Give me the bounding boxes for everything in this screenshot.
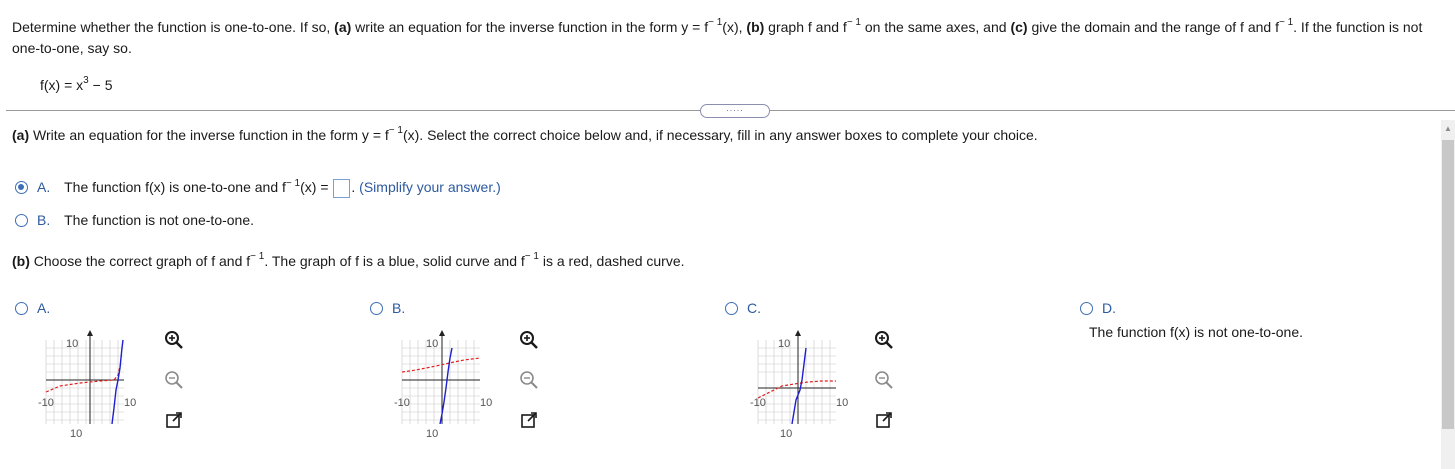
zoom-out-icon[interactable]: [164, 370, 184, 390]
choice-a[interactable]: A. The function f(x) is one-to-one and f…: [37, 177, 501, 198]
choice-b-letter: B.: [37, 212, 51, 228]
choice-a-text: The function f(x) is one-to-one and f: [64, 179, 286, 196]
graph-option-a-radio[interactable]: [15, 302, 28, 315]
zoom-in-icon[interactable]: [519, 330, 539, 350]
function-exponent: 3: [83, 75, 89, 87]
question-b-text-2: on the same axes, and: [861, 19, 1011, 35]
choice-a-radio[interactable]: [15, 181, 28, 194]
part-b-text-2: . The graph of f is a blue, solid curve …: [264, 253, 525, 269]
tick-label-top: 10: [426, 338, 439, 350]
choice-b-text: The function is not one-to-one.: [64, 212, 255, 228]
inverse-sup: − 1: [846, 17, 861, 29]
graph-option-d-text: The function f(x) is not one-to-one.: [1089, 324, 1303, 340]
inverse-sup: − 1: [388, 125, 403, 137]
graph-option-b-letter[interactable]: B.: [392, 300, 405, 316]
part-a-text: Write an equation for the inverse functi…: [29, 127, 389, 143]
zoom-out-icon[interactable]: [519, 370, 539, 390]
zoom-out-icon[interactable]: [874, 370, 894, 390]
graph-option-b-radio[interactable]: [370, 302, 383, 315]
simplify-hint: (Simplify your answer.): [359, 179, 501, 196]
tick-label-right: 10: [480, 397, 493, 409]
choice-b-radio[interactable]: [15, 214, 28, 227]
function-prefix: f(x) = x: [40, 77, 84, 93]
function-expression: f(x) = x3 − 5: [40, 75, 113, 93]
graph-option-d-letter[interactable]: D.: [1102, 300, 1116, 316]
inverse-sup: − 1: [1278, 17, 1294, 29]
question-a-text: write an equation for the inverse functi…: [351, 19, 709, 35]
part-b-prompt: (b) Choose the correct graph of f and f−…: [12, 251, 685, 269]
question-c-label: (c): [1010, 19, 1028, 35]
choice-b[interactable]: B. The function is not one-to-one.: [37, 212, 254, 228]
graph-option-a-letter[interactable]: A.: [37, 300, 50, 316]
graph-option-c-radio[interactable]: [725, 302, 738, 315]
choice-a-text-2: (x) =: [300, 179, 333, 196]
tick-label-right: 10: [836, 397, 849, 409]
part-b-text-3: is a red, dashed curve.: [538, 253, 685, 269]
question-intro: Determine whether the function is one-to…: [12, 19, 335, 35]
question-a-label: (a): [334, 19, 352, 35]
question-text: Determine whether the function is one-to…: [12, 17, 1442, 59]
graph-option-c-letter[interactable]: C.: [747, 300, 761, 316]
inverse-sup: − 1: [250, 251, 265, 263]
inverse-sup: − 1: [285, 177, 301, 189]
part-a-label: (a): [12, 127, 30, 143]
tick-label-top: 10: [66, 338, 79, 350]
part-b-label: (b): [12, 253, 30, 269]
tick-label-bottom: 10: [70, 428, 83, 440]
scrollbar-thumb[interactable]: [1442, 140, 1454, 429]
answer-input-box[interactable]: [333, 179, 351, 198]
zoom-in-icon[interactable]: [164, 330, 184, 350]
tick-label-bottom: 10: [780, 428, 793, 440]
divider-handle[interactable]: .....: [700, 104, 770, 118]
tick-label-bottom: 10: [426, 428, 439, 440]
question-c-text: give the domain and the range of f and f: [1027, 19, 1279, 35]
scroll-up-icon[interactable]: ▲: [1441, 120, 1455, 138]
inverse-sup: − 1: [708, 17, 723, 29]
graph-option-d-radio[interactable]: [1080, 302, 1093, 315]
question-b-text: graph f and f: [764, 19, 847, 35]
choice-a-letter: A.: [37, 179, 51, 196]
tick-label-top: 10: [778, 338, 791, 350]
question-b-label: (b): [746, 19, 765, 35]
inverse-sup: − 1: [524, 251, 539, 263]
expand-icon[interactable]: [164, 410, 184, 430]
part-b-text: Choose the correct graph of f and f: [29, 253, 251, 269]
part-a-prompt: (a) Write an equation for the inverse fu…: [12, 125, 1038, 143]
function-suffix: − 5: [88, 77, 113, 93]
question-a-text-2: (x),: [722, 19, 747, 35]
part-a-text-2: (x). Select the correct choice below and…: [402, 127, 1038, 143]
tick-label-left: -10: [38, 397, 54, 409]
expand-icon[interactable]: [519, 410, 539, 430]
zoom-in-icon[interactable]: [874, 330, 894, 350]
tick-label-left: -10: [394, 397, 410, 409]
expand-icon[interactable]: [874, 410, 894, 430]
tick-label-left: -10: [750, 397, 766, 409]
tick-label-right: 10: [124, 397, 137, 409]
graph-option-c: [757, 330, 836, 424]
graph-option-a: [45, 330, 124, 424]
